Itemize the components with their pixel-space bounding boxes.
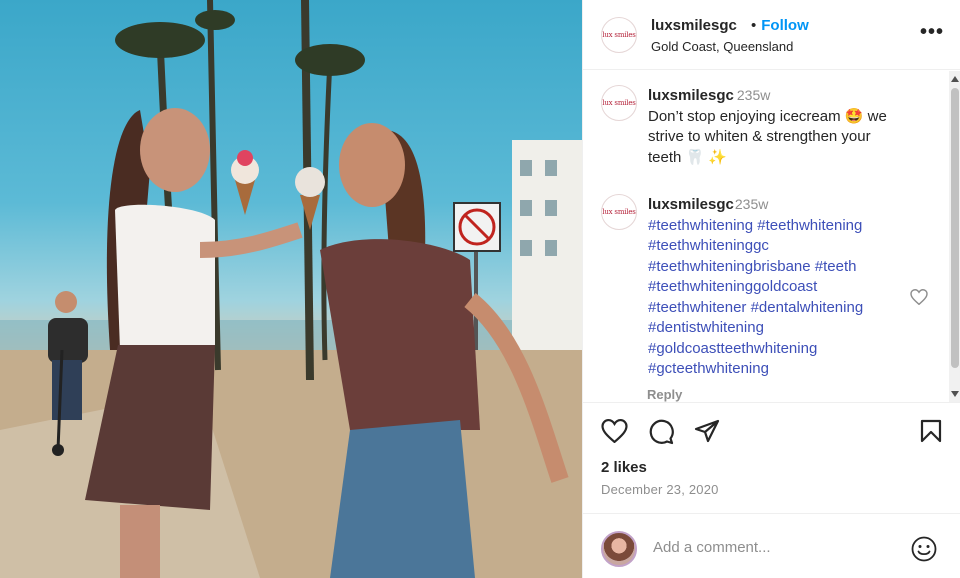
emoji-smiley-icon[interactable] [911, 536, 937, 562]
save-bookmark-icon[interactable] [920, 419, 942, 443]
hashtag-link[interactable]: #teeth [815, 258, 857, 275]
likes-count[interactable]: 2 likes [601, 459, 647, 476]
caption-text: Don’t stop enjoying icecream 🤩 we strive… [648, 107, 887, 166]
separator-dot: • [751, 17, 757, 34]
caption-time: 235w [736, 87, 771, 103]
hashtag-link[interactable]: #teethwhitener [648, 299, 746, 316]
share-paper-plane-icon[interactable] [694, 419, 720, 443]
scroll-up-arrow-icon[interactable] [951, 76, 959, 82]
comment-avatar[interactable]: lux smiles [601, 194, 637, 230]
comment-username[interactable]: luxsmilesgc [648, 196, 734, 213]
hashtag-link[interactable]: #teethwhiteningbrisbane [648, 258, 811, 275]
scrollbar-thumb[interactable] [951, 88, 959, 368]
post-photo-illustration [0, 0, 582, 578]
comment-hashtags: #teethwhitening #teethwhitening #teethwh… [648, 216, 898, 380]
comment-bubble-icon[interactable] [648, 419, 674, 445]
post-image[interactable] [0, 0, 582, 578]
follow-label: Follow [761, 17, 809, 34]
post-date: December 23, 2020 [601, 482, 719, 497]
caption-username[interactable]: luxsmilesgc [648, 87, 734, 104]
hashtag-link[interactable]: #goldcoastteethwhitening [648, 340, 817, 357]
post-details-panel: lux smiles luxsmilesgc • Follow Gold Coas… [582, 0, 960, 578]
caption-avatar[interactable]: lux smiles [601, 85, 637, 121]
post-location[interactable]: Gold Coast, Queensland [651, 39, 793, 54]
comment-time: 235w [734, 196, 769, 212]
hashtag-link[interactable]: #gcteethwhitening [648, 360, 769, 377]
add-comment-input[interactable] [653, 539, 873, 556]
scroll-down-arrow-icon[interactable] [951, 391, 959, 397]
comments-list: lux smiles luxsmilesgc 235w Don’t stop en… [583, 71, 960, 402]
hashtag-link[interactable]: #teethwhiteninggc [648, 237, 769, 254]
like-heart-icon[interactable] [601, 419, 628, 443]
caption-body: luxsmilesgc 235w Don’t stop enjoying icec… [648, 85, 898, 168]
post-actions: 2 likes December 23, 2020 [583, 402, 960, 578]
hashtag-link[interactable]: #dentistwhitening [648, 319, 764, 336]
follow-button[interactable]: • Follow [751, 17, 809, 34]
reply-button[interactable]: Reply [647, 387, 682, 402]
comment-body: luxsmilesgc235w #teethwhitening #teethwh… [648, 194, 898, 380]
add-comment-bar [583, 513, 960, 578]
hashtag-link[interactable]: #dentalwhitening [751, 299, 864, 316]
hashtag-link[interactable]: #teethwhitening [648, 217, 753, 234]
comments-scrollbar[interactable] [949, 71, 960, 402]
hashtag-link[interactable]: #teethwhiteninggoldcoast [648, 278, 817, 295]
hashtag-link[interactable]: #teethwhitening [757, 217, 862, 234]
current-user-avatar [601, 531, 637, 567]
more-options-icon[interactable]: ••• [920, 22, 944, 42]
author-avatar[interactable]: lux smiles [601, 17, 637, 53]
post-header: lux smiles luxsmilesgc • Follow Gold Coas… [583, 0, 960, 70]
author-username[interactable]: luxsmilesgc [651, 17, 737, 34]
like-comment-heart-icon[interactable] [910, 289, 928, 305]
